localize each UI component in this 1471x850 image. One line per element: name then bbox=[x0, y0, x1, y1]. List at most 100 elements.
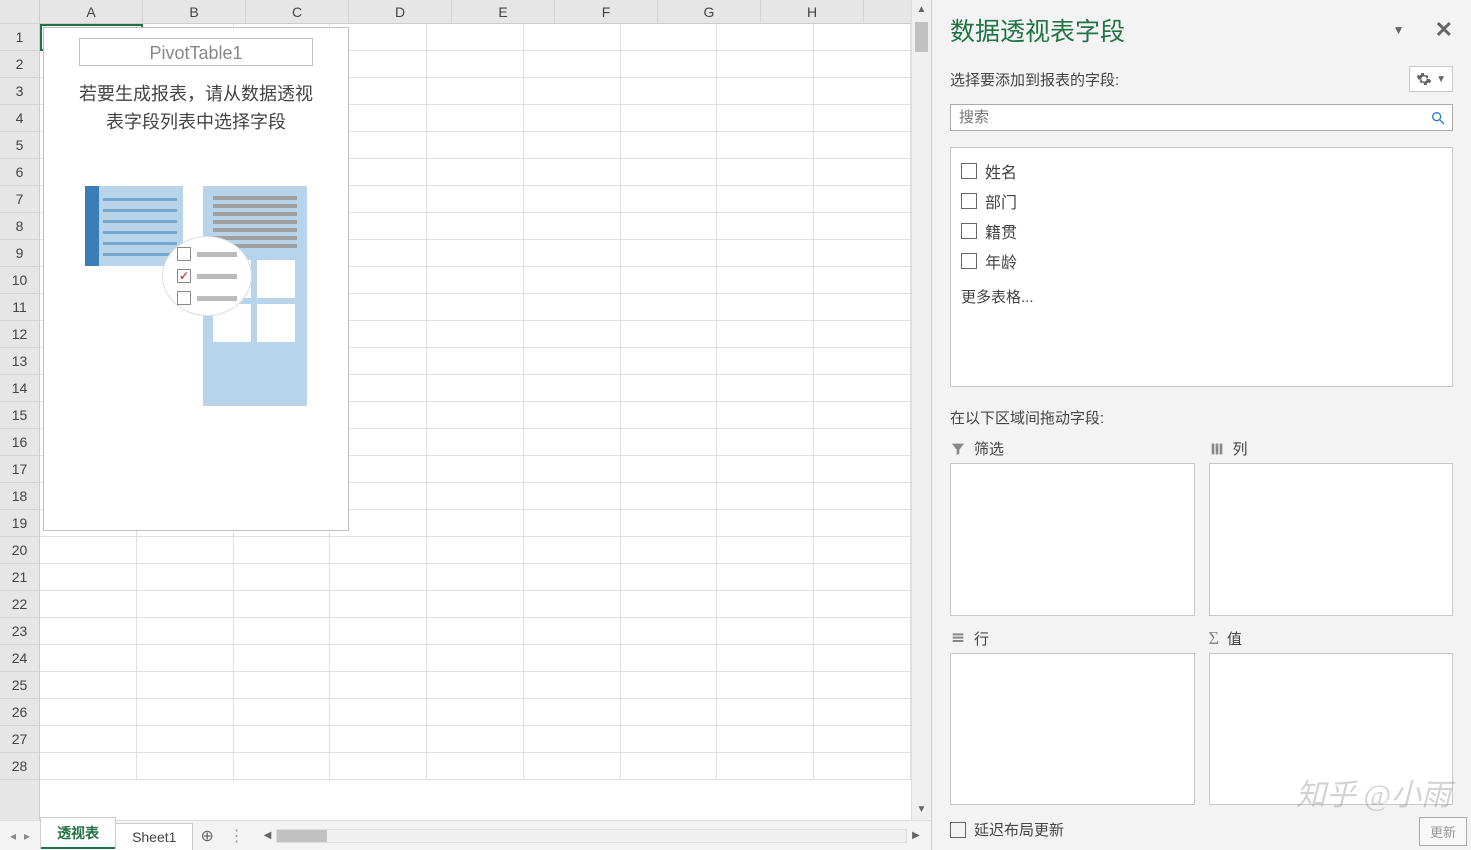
cell[interactable] bbox=[717, 402, 814, 429]
cell[interactable] bbox=[621, 321, 718, 348]
col-header[interactable]: H bbox=[761, 0, 864, 23]
cell[interactable] bbox=[137, 564, 234, 591]
cell[interactable] bbox=[524, 483, 621, 510]
cell[interactable] bbox=[717, 321, 814, 348]
row-header[interactable]: 12 bbox=[0, 321, 39, 348]
cell[interactable] bbox=[524, 159, 621, 186]
cell[interactable] bbox=[717, 240, 814, 267]
pivottable-placeholder[interactable]: PivotTable1 若要生成报表，请从数据透视 表字段列表中选择字段 bbox=[43, 27, 349, 531]
cell[interactable] bbox=[524, 564, 621, 591]
cell[interactable] bbox=[427, 105, 524, 132]
cell[interactable] bbox=[814, 429, 911, 456]
row-header[interactable]: 9 bbox=[0, 240, 39, 267]
cell[interactable] bbox=[717, 24, 814, 51]
cell[interactable] bbox=[814, 375, 911, 402]
cell[interactable] bbox=[814, 699, 911, 726]
cell[interactable] bbox=[717, 267, 814, 294]
cell[interactable] bbox=[427, 348, 524, 375]
defer-checkbox[interactable] bbox=[950, 822, 966, 838]
checkbox-icon[interactable] bbox=[961, 253, 977, 269]
pane-settings-button[interactable]: ▼ bbox=[1409, 66, 1453, 92]
cell[interactable] bbox=[814, 456, 911, 483]
cell[interactable] bbox=[621, 645, 718, 672]
close-pane-button[interactable]: ✕ bbox=[1435, 17, 1453, 43]
cell[interactable] bbox=[427, 402, 524, 429]
pane-options-dropdown[interactable]: ▼ bbox=[1393, 23, 1405, 37]
cell[interactable] bbox=[717, 429, 814, 456]
row-header[interactable]: 1 bbox=[0, 24, 39, 51]
cell[interactable] bbox=[524, 24, 621, 51]
filter-dropzone[interactable] bbox=[950, 463, 1195, 616]
cell[interactable] bbox=[524, 321, 621, 348]
row-header[interactable]: 7 bbox=[0, 186, 39, 213]
cell[interactable] bbox=[524, 186, 621, 213]
scroll-left-button[interactable]: ◀ bbox=[258, 827, 276, 845]
cell[interactable] bbox=[524, 537, 621, 564]
cell[interactable] bbox=[40, 699, 137, 726]
cell[interactable] bbox=[814, 591, 911, 618]
search-icon[interactable] bbox=[1424, 105, 1452, 130]
cell[interactable] bbox=[427, 429, 524, 456]
cell[interactable] bbox=[621, 132, 718, 159]
cell[interactable] bbox=[427, 699, 524, 726]
cell[interactable] bbox=[621, 267, 718, 294]
cell[interactable] bbox=[427, 321, 524, 348]
cell[interactable] bbox=[427, 186, 524, 213]
cell[interactable] bbox=[524, 645, 621, 672]
cell[interactable] bbox=[621, 402, 718, 429]
cell[interactable] bbox=[621, 186, 718, 213]
cell[interactable] bbox=[330, 618, 427, 645]
sheet-nav[interactable]: ◂ ▸ bbox=[0, 829, 40, 843]
values-area[interactable]: Σ值 bbox=[1209, 628, 1454, 806]
cell[interactable] bbox=[524, 51, 621, 78]
cell[interactable] bbox=[814, 726, 911, 753]
row-header[interactable]: 21 bbox=[0, 564, 39, 591]
cell[interactable] bbox=[621, 78, 718, 105]
cell[interactable] bbox=[137, 699, 234, 726]
cell[interactable] bbox=[717, 132, 814, 159]
cell[interactable] bbox=[814, 753, 911, 780]
cell[interactable] bbox=[717, 348, 814, 375]
field-item[interactable]: 姓名 bbox=[955, 156, 1448, 186]
more-tables-link[interactable]: 更多表格... bbox=[955, 276, 1448, 311]
cell[interactable] bbox=[427, 24, 524, 51]
cell[interactable] bbox=[717, 537, 814, 564]
cell[interactable] bbox=[621, 726, 718, 753]
row-header[interactable]: 26 bbox=[0, 699, 39, 726]
cell[interactable] bbox=[427, 240, 524, 267]
cell[interactable] bbox=[717, 186, 814, 213]
cell[interactable] bbox=[814, 240, 911, 267]
row-header[interactable]: 10 bbox=[0, 267, 39, 294]
cell[interactable] bbox=[621, 51, 718, 78]
cell[interactable] bbox=[621, 699, 718, 726]
cell[interactable] bbox=[524, 429, 621, 456]
cell[interactable] bbox=[717, 753, 814, 780]
cell[interactable] bbox=[621, 294, 718, 321]
cell[interactable] bbox=[427, 645, 524, 672]
rows-dropzone[interactable] bbox=[950, 653, 1195, 806]
cell[interactable] bbox=[621, 375, 718, 402]
cell[interactable] bbox=[524, 672, 621, 699]
checkbox-icon[interactable] bbox=[961, 163, 977, 179]
column-headers[interactable]: A B C D E F G H bbox=[40, 0, 911, 24]
cell[interactable] bbox=[814, 132, 911, 159]
horizontal-scrollbar[interactable]: ◀ ▶ bbox=[258, 827, 925, 845]
cell[interactable] bbox=[40, 618, 137, 645]
cell[interactable] bbox=[427, 213, 524, 240]
cell[interactable] bbox=[621, 483, 718, 510]
field-list[interactable]: 姓名 部门 籍贯 年龄 更多表格... bbox=[950, 147, 1453, 387]
cell[interactable] bbox=[814, 78, 911, 105]
checkbox-icon[interactable] bbox=[961, 193, 977, 209]
cell[interactable] bbox=[814, 672, 911, 699]
columns-area[interactable]: 列 bbox=[1209, 438, 1454, 616]
cell[interactable] bbox=[524, 618, 621, 645]
cell[interactable] bbox=[40, 672, 137, 699]
cell[interactable] bbox=[621, 348, 718, 375]
cell[interactable] bbox=[717, 159, 814, 186]
field-search[interactable] bbox=[950, 104, 1453, 131]
columns-dropzone[interactable] bbox=[1209, 463, 1454, 616]
cell[interactable] bbox=[427, 159, 524, 186]
col-header[interactable]: D bbox=[349, 0, 452, 23]
row-header[interactable]: 18 bbox=[0, 483, 39, 510]
row-header[interactable]: 17 bbox=[0, 456, 39, 483]
